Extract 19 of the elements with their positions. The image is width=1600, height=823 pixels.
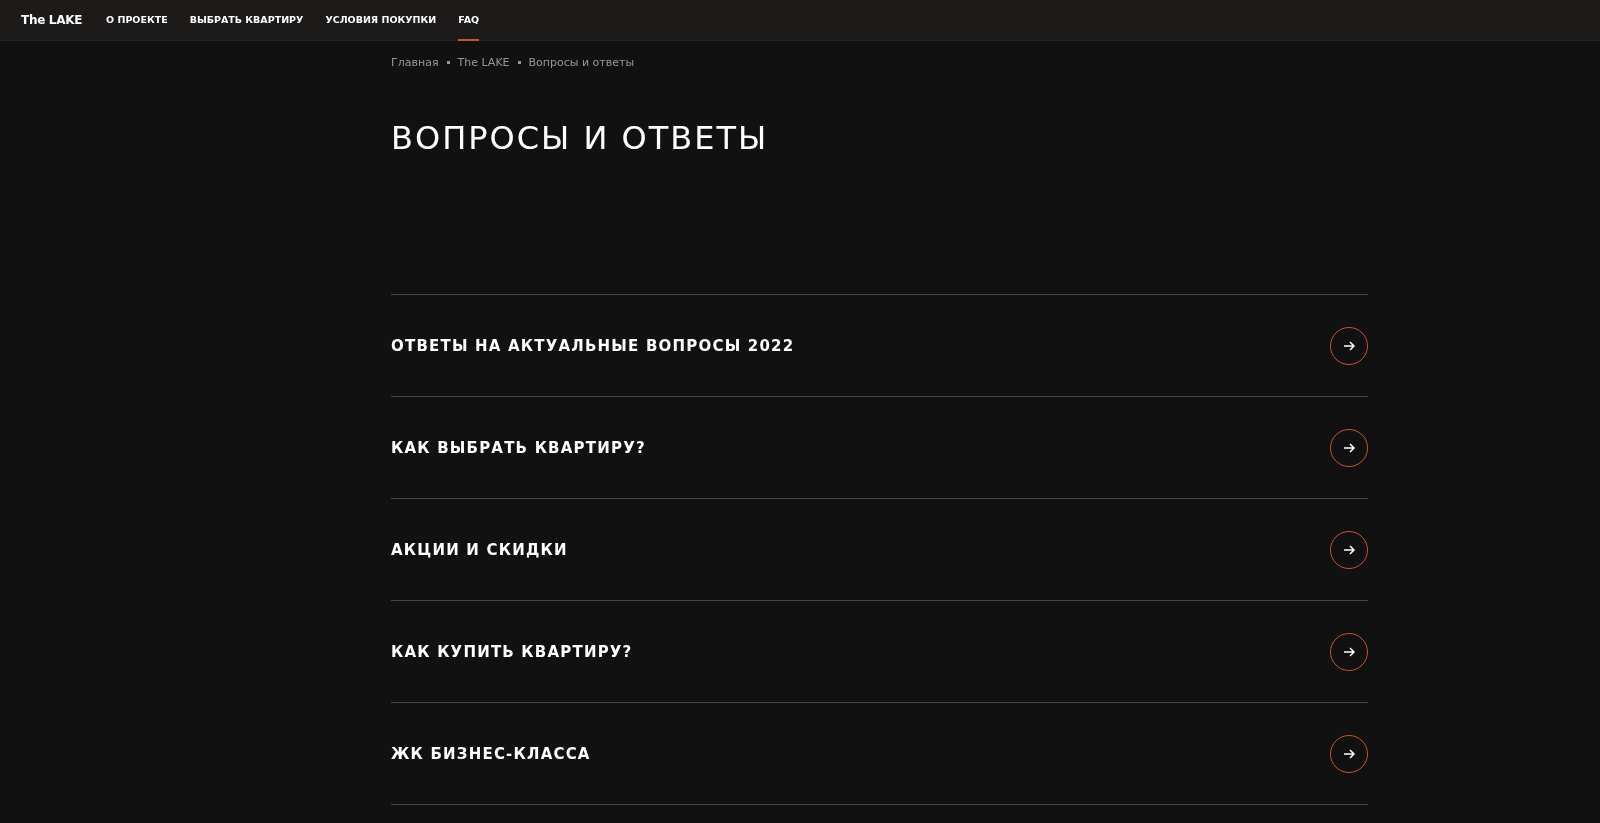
arrow-right-icon (1343, 646, 1355, 657)
arrow-right-icon (1343, 748, 1355, 759)
arrow-right-icon (1343, 442, 1355, 453)
nav-link[interactable]: FAQ (458, 0, 480, 41)
breadcrumb-current[interactable]: Вопросы и ответы (528, 56, 635, 69)
nav-link[interactable]: О ПРОЕКТЕ (106, 0, 168, 41)
faq-item-title[interactable]: КАК КУПИТЬ КВАРТИРУ? (391, 642, 633, 661)
breadcrumb-link[interactable]: The LAKE (457, 56, 510, 69)
page-title: ВОПРОСЫ И ОТВЕТЫ (391, 119, 770, 158)
faq-item-title[interactable]: АКЦИИ И СКИДКИ (391, 540, 568, 559)
faq-item-title[interactable]: ЖК БИЗНЕС-КЛАССА (391, 744, 591, 763)
breadcrumb-link[interactable]: Главная (391, 56, 439, 69)
faq-item-title[interactable]: ОТВЕТЫ НА АКТУАЛЬНЫЕ ВОПРОСЫ 2022 (391, 336, 795, 355)
nav-link[interactable]: ВЫБРАТЬ КВАРТИРУ (189, 0, 304, 41)
arrow-right-icon (1343, 340, 1355, 351)
nav-link[interactable]: УСЛОВИЯ ПОКУПКИ (325, 0, 437, 41)
faq-item-title[interactable]: КАК ВЫБРАТЬ КВАРТИРУ? (391, 438, 646, 457)
logo-link[interactable]: The LAKE (21, 13, 83, 27)
arrow-right-icon (1343, 544, 1355, 555)
